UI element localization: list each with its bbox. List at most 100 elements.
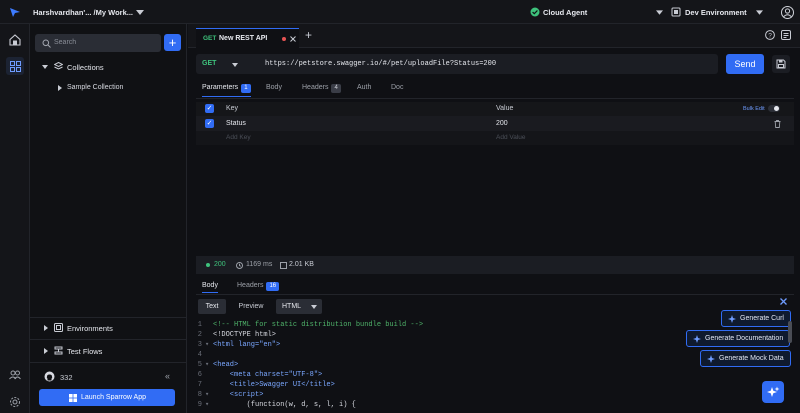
size-icon [279,261,287,269]
add-value-field[interactable]: Add Value [496,134,526,141]
team-icon[interactable] [8,368,22,382]
code-line: 1 <!-- HTML for static distribution bundl… [197,321,424,329]
chevron-right-icon[interactable] [57,84,63,91]
search-box[interactable]: Search [35,34,161,52]
add-key-field[interactable]: Add Key [226,134,251,141]
generate-documentation-label: Generate Documentation [705,335,784,342]
divider [30,362,187,363]
response-tab-body[interactable]: Body [202,282,218,293]
user-avatar-icon[interactable] [780,5,794,19]
ai-assistant-button[interactable] [762,381,784,403]
code-line: 9 ▾ (function(w, d, s, l, i) { [197,401,356,409]
home-icon[interactable] [8,33,22,47]
close-icon[interactable] [289,35,296,42]
tab-doc[interactable]: Doc [391,84,403,91]
search-icon [41,38,51,48]
chevron-down-icon[interactable] [655,8,663,16]
gear-icon[interactable] [8,395,22,409]
sparkle-icon [693,334,701,343]
param-row: ✓ Status 200 [196,116,794,131]
code-viewer[interactable]: 1 <!-- HTML for static distribution bundl… [188,320,668,413]
new-tab-button[interactable]: + [305,28,312,42]
add-collection-button[interactable]: + [164,34,181,51]
code-line: 8 ▾ <script> [197,391,264,399]
format-selected: HTML [282,303,302,310]
chevron-down-icon[interactable] [135,8,144,16]
main-panel: GET New REST API + ? GET https://petstor… [188,24,800,413]
tab-method: GET [203,35,217,42]
param-row-checkbox[interactable]: ✓ [205,119,214,128]
response-headers-badge: 16 [266,282,280,291]
response-tab-headers[interactable]: Headers 16 [237,282,280,291]
collections-grid-icon[interactable] [6,57,24,75]
tab-new-rest-api[interactable]: GET New REST API [196,28,299,48]
workspace-name[interactable]: Harshvardhan'... /My Work... [33,8,133,17]
chevron-right-icon[interactable] [43,347,49,354]
environment-icon [54,323,63,332]
bulk-edit-toggle[interactable] [768,105,780,112]
code-line: 5 ▾ <head> [197,361,239,369]
collection-item[interactable]: Sample Collection [67,84,123,91]
code-line: 6 <meta charset="UTF-8"> [197,371,323,379]
param-empty-row: Add Key Add Value [196,131,794,145]
send-button[interactable]: Send [726,54,764,74]
trash-icon[interactable] [773,119,781,128]
chevron-down-icon[interactable] [755,8,763,16]
layers-icon [54,62,63,71]
environments-label[interactable]: Environments [67,324,113,333]
chevron-right-icon[interactable] [43,324,49,331]
params-header-row: ✓ Key Value Bulk Edit [196,102,794,116]
sparkle-icon [728,314,736,323]
chevron-down-icon[interactable] [231,62,238,67]
select-all-checkbox[interactable]: ✓ [205,104,214,113]
tab-body[interactable]: Body [266,84,282,91]
github-icon[interactable] [44,371,55,382]
generate-curl-button[interactable]: Generate Curl [721,310,791,327]
launch-app-label: Launch Sparrow App [81,394,146,401]
save-icon[interactable] [772,55,790,73]
method-selector[interactable]: GET [202,60,216,67]
divider [196,294,794,295]
scrollbar-thumb[interactable] [788,321,792,343]
tab-parameters[interactable]: Parameters 1 [202,84,251,97]
environment-label[interactable]: Dev Environment [685,8,747,17]
param-key-field[interactable]: Status [226,120,246,127]
collapse-sidebar-button[interactable]: « [165,371,170,381]
param-value-field[interactable]: 200 [496,120,508,127]
tab-parameters-badge: 1 [241,84,251,93]
key-column-header: Key [226,105,239,112]
tab-list-icon[interactable] [780,29,791,40]
windows-icon [68,393,77,402]
response-tab-headers-label: Headers [237,282,264,289]
url-input[interactable]: https://petstore.swagger.io/#/pet/upload… [265,60,496,68]
generate-mock-data-button[interactable]: Generate Mock Data [700,350,791,367]
bulk-edit-label[interactable]: Bulk Edit [743,106,765,112]
tab-title: New REST API [219,35,268,42]
status-code: 200 [214,261,226,268]
tab-headers[interactable]: Headers 4 [302,84,341,93]
environment-icon [671,7,681,17]
code-line: 3 ▾ <html lang="en"> [197,341,281,349]
collections-label[interactable]: Collections [67,63,104,72]
check-circle-icon [530,7,540,17]
search-input[interactable]: Search [54,39,76,46]
generate-documentation-button[interactable]: Generate Documentation [686,330,791,347]
text-view-button[interactable]: Text [198,299,226,314]
clock-icon [235,261,243,269]
code-line: 7 <title>Swagger UI</title> [197,381,335,389]
format-dropdown[interactable]: HTML [276,299,322,314]
chevron-down-icon[interactable] [41,63,48,70]
preview-button[interactable]: Preview [234,299,268,314]
tab-headers-badge: 4 [331,84,341,93]
tab-auth[interactable]: Auth [357,84,371,91]
sparkle-icon [766,386,779,397]
launch-app-button[interactable]: Launch Sparrow App [39,389,175,406]
url-bar: GET https://petstore.swagger.io/#/pet/up… [196,54,718,74]
github-stars: 332 [60,373,73,382]
test-flows-label[interactable]: Test Flows [67,347,102,356]
close-icon[interactable] [779,297,788,306]
agent-label[interactable]: Cloud Agent [543,8,587,17]
response-status-bar: 200 1169 ms 2.01 KB [196,256,794,274]
request-tabs: Parameters 1 Body Headers 4 Auth Doc [196,82,794,97]
help-icon[interactable]: ? [764,29,775,40]
